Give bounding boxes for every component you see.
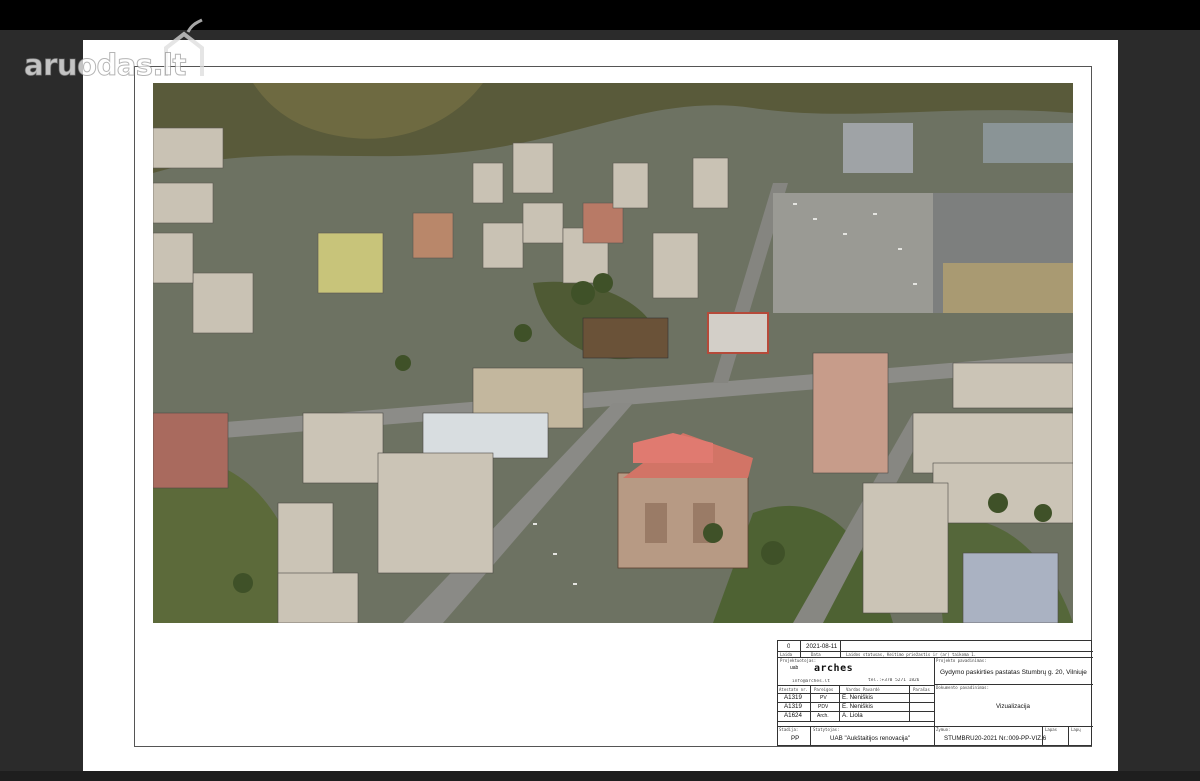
aerial-visualization-image <box>153 83 1073 623</box>
staff-cert-2: A1319 <box>784 703 802 710</box>
revision-number: 0 <box>787 643 791 650</box>
stage-value: PP <box>791 735 800 742</box>
sign-header: Parašas <box>913 687 930 692</box>
staff-role-1: PV <box>820 695 827 701</box>
sheet-label: Lapas <box>1045 727 1058 732</box>
client-value: UAB "Aukštaitijos renovacija" <box>830 735 911 742</box>
document-title-label: Dokumento pavadinimas: <box>936 685 989 690</box>
revision-date: 2021-08-11 <box>806 643 838 650</box>
staff-name-2: E. Neniškis <box>842 703 873 710</box>
watermark-text: aruodas.lt <box>24 48 187 83</box>
sheets-label: Lapų <box>1071 727 1081 732</box>
staff-cert-1: A1319 <box>784 694 802 701</box>
church <box>617 433 753 569</box>
staff-role-2: PDV <box>818 704 829 710</box>
client-label: Statytojas: <box>813 727 840 732</box>
title-block: 0 2021-08-11 Laida Data Laidos statusas,… <box>777 640 1093 746</box>
role-header: Pareigos <box>814 687 834 692</box>
company-phone: tel.:+370 5271 1826 <box>868 678 920 683</box>
document-title: Vizualizacija <box>996 703 1030 710</box>
stage-label: Stadija: <box>779 727 799 732</box>
document-code: STUMBRU20-2021 Nr.:009-PP-VIZ.6 <box>944 735 1047 742</box>
project-title: Gydymo paskirties pastatas Stumbrų g. 20… <box>940 669 1087 676</box>
company-email: info@arches.lt <box>792 679 830 684</box>
logo-prefix: uab <box>790 665 799 671</box>
company-logo: arches <box>814 663 854 674</box>
project-title-label: Projekto pavadinimas: <box>936 658 987 663</box>
drawing-sheet: 0 2021-08-11 Laida Data Laidos statusas,… <box>83 40 1118 772</box>
name-header: Vardas Pavardė <box>846 687 880 692</box>
designer-label: Projektuotojas: <box>780 658 817 663</box>
staff-cert-3: A1624 <box>784 712 802 719</box>
aerial-city-scene <box>153 83 1073 623</box>
code-label: Žymuo: <box>936 727 951 732</box>
staff-name-1: E. Neniškis <box>842 694 873 701</box>
staff-role-3: Arch. <box>817 713 829 719</box>
aruodas-watermark: aruodas.lt <box>24 18 209 83</box>
cert-header: Atestato nr. <box>779 687 808 692</box>
staff-name-3: A. Liola <box>842 712 863 719</box>
bottom-bar <box>0 771 1200 781</box>
